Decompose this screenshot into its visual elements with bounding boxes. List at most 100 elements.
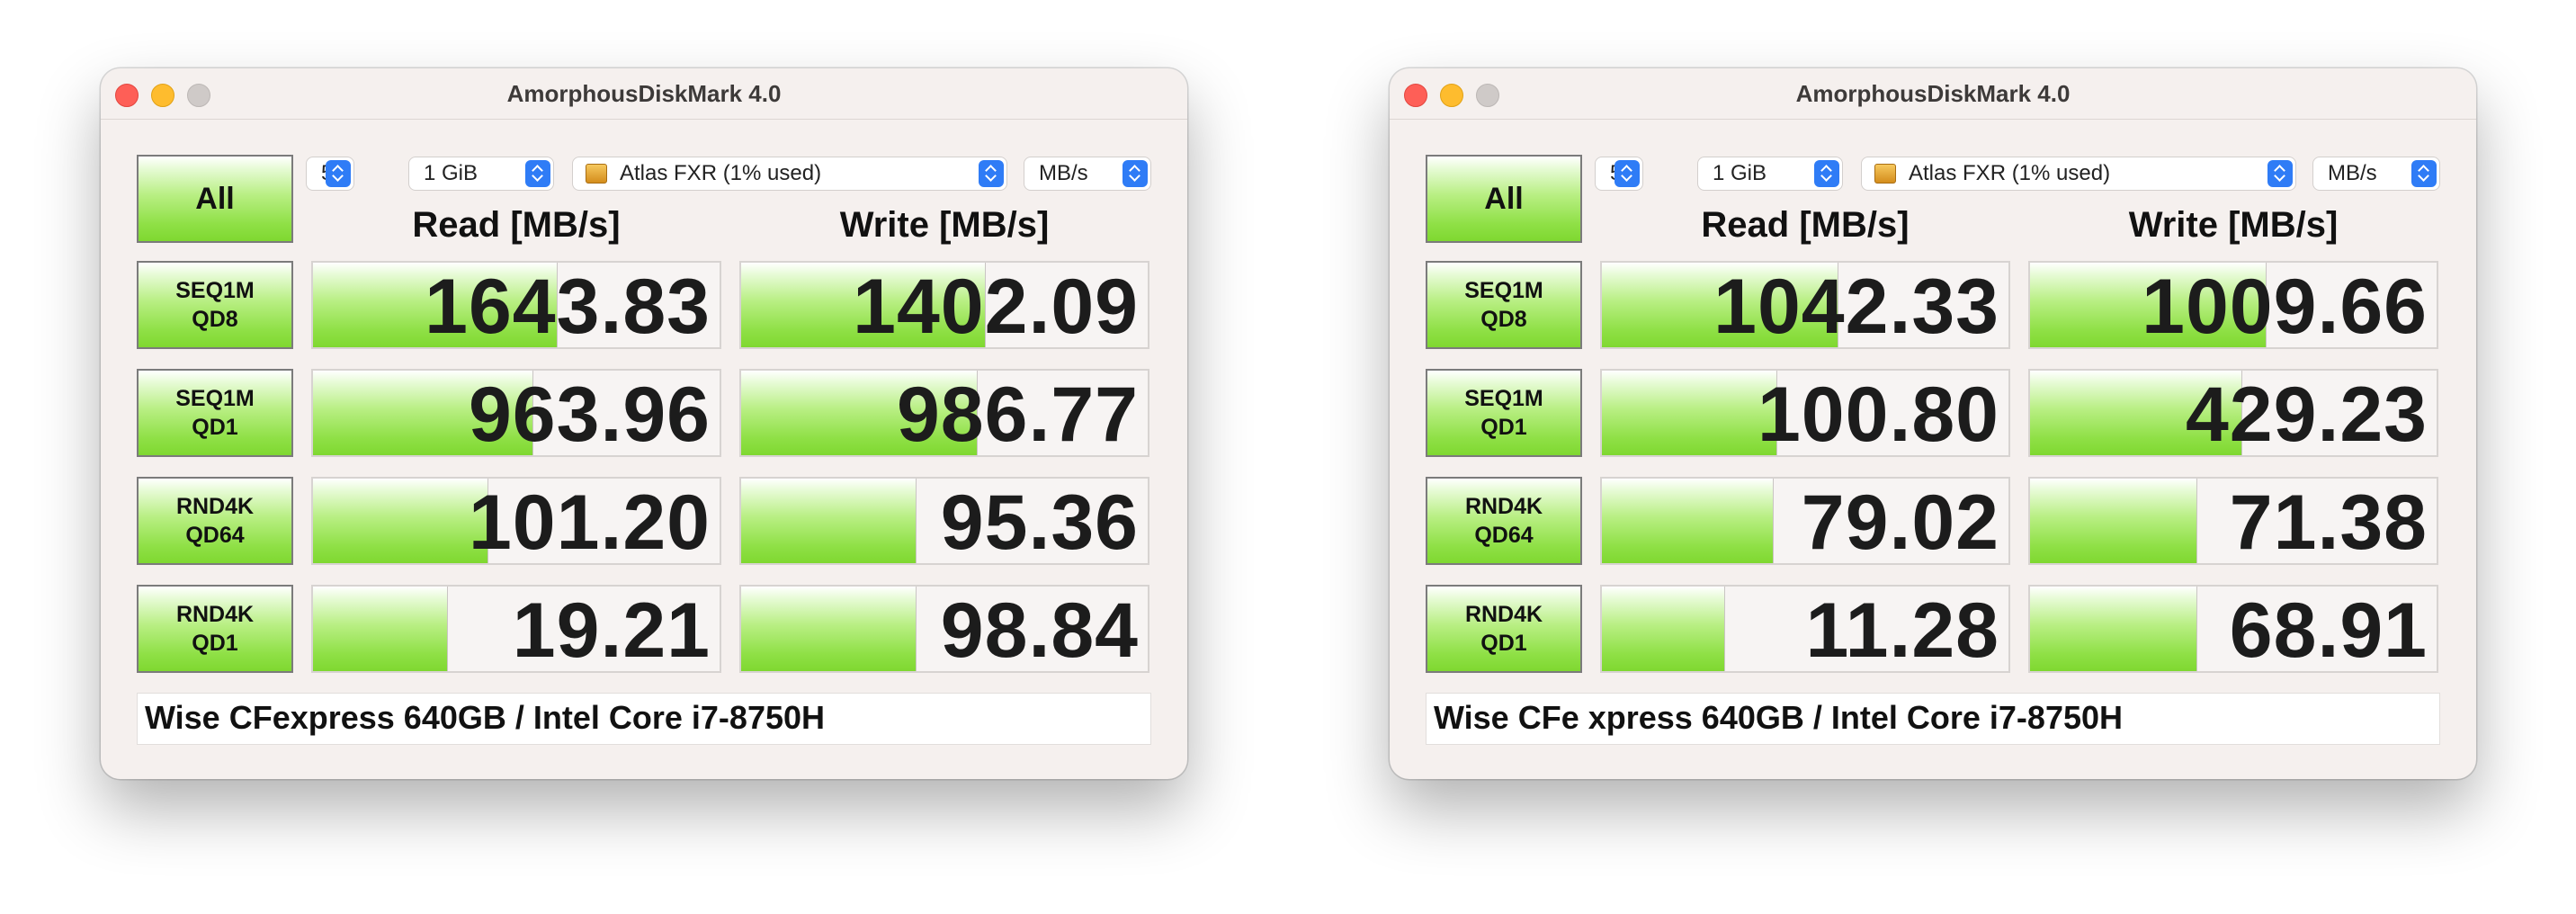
drive-icon xyxy=(1874,164,1896,184)
chevron-updown-icon xyxy=(1123,160,1148,187)
write-result-cell: 95.36 xyxy=(739,477,1149,565)
drive-icon xyxy=(586,164,607,184)
read-result-cell: 963.96 xyxy=(311,369,721,457)
run-all-button[interactable]: All xyxy=(137,155,293,243)
test-queue: QD64 xyxy=(185,523,245,548)
chevron-updown-icon xyxy=(1614,160,1640,187)
test-size-select[interactable]: 1 GiB xyxy=(408,157,554,191)
write-result-cell: 98.84 xyxy=(739,585,1149,673)
read-result-cell: 19.21 xyxy=(311,585,721,673)
chevron-updown-icon xyxy=(326,160,351,187)
write-value: 1402.09 xyxy=(853,264,1139,349)
read-result-cell: 1643.83 xyxy=(311,261,721,349)
test-rnd4k-qd1-button[interactable]: RND4K QD1 xyxy=(137,585,293,673)
read-value: 79.02 xyxy=(1801,479,1999,565)
read-value: 1643.83 xyxy=(425,264,711,349)
chevron-updown-icon xyxy=(1814,160,1839,187)
write-bar xyxy=(741,479,917,563)
drive-value: Atlas FXR (1% used) xyxy=(620,161,822,185)
read-bar xyxy=(313,479,489,563)
read-bar xyxy=(313,587,449,671)
test-queue: QD8 xyxy=(1480,307,1527,332)
window-title: AmorphousDiskMark 4.0 xyxy=(1795,80,2071,107)
read-header: Read [MB/s] xyxy=(1701,205,1910,245)
test-name: RND4K xyxy=(175,602,255,627)
test-queue: QD1 xyxy=(1480,631,1527,656)
write-result-cell: 71.38 xyxy=(2028,477,2438,565)
test-name: SEQ1M xyxy=(1464,386,1543,411)
read-result-cell: 100.80 xyxy=(1600,369,2010,457)
test-size-select[interactable]: 1 GiB xyxy=(1697,157,1843,191)
write-value: 71.38 xyxy=(2229,479,2428,565)
test-name: SEQ1M xyxy=(1464,278,1543,303)
unit-select[interactable]: MB/s xyxy=(1024,157,1151,191)
drive-select[interactable]: Atlas FXR (1% used) xyxy=(1861,157,2296,191)
test-seq1m-qd8-button[interactable]: SEQ1M QD8 xyxy=(137,261,293,349)
drive-value: Atlas FXR (1% used) xyxy=(1909,161,2111,185)
drive-select[interactable]: Atlas FXR (1% used) xyxy=(572,157,1007,191)
title-bar: AmorphousDiskMark 4.0 xyxy=(1390,68,2476,120)
read-result-cell: 79.02 xyxy=(1600,477,2010,565)
write-bar xyxy=(741,587,917,671)
read-value: 1042.33 xyxy=(1713,264,1999,349)
title-bar: AmorphousDiskMark 4.0 xyxy=(101,68,1187,120)
chevron-updown-icon xyxy=(2411,160,2437,187)
read-result-cell: 1042.33 xyxy=(1600,261,2010,349)
test-queue: QD1 xyxy=(192,415,238,440)
read-bar xyxy=(1602,587,1725,671)
test-queue: QD64 xyxy=(1474,523,1534,548)
test-name: SEQ1M xyxy=(175,386,255,411)
diskmark-window-2: AmorphousDiskMark 4.0 All 5 1 GiB Atlas … xyxy=(1390,68,2476,779)
read-result-cell: 101.20 xyxy=(311,477,721,565)
unit-value: MB/s xyxy=(2328,161,2377,185)
read-result-cell: 11.28 xyxy=(1600,585,2010,673)
read-value: 19.21 xyxy=(512,587,711,673)
test-queue: QD1 xyxy=(192,631,238,656)
test-queue: QD1 xyxy=(1480,415,1527,440)
test-name: SEQ1M xyxy=(175,278,255,303)
test-name: RND4K xyxy=(175,494,255,519)
test-name: RND4K xyxy=(1464,602,1543,627)
diskmark-window-1: AmorphousDiskMark 4.0 All 5 1 GiB Atlas … xyxy=(101,68,1187,779)
write-value: 429.23 xyxy=(2185,372,2428,457)
test-seq1m-qd1-button[interactable]: SEQ1M QD1 xyxy=(137,369,293,457)
test-size-value: 1 GiB xyxy=(424,161,479,185)
unit-value: MB/s xyxy=(1039,161,1088,185)
unit-select[interactable]: MB/s xyxy=(2312,157,2440,191)
write-value: 95.36 xyxy=(940,479,1139,565)
read-value: 100.80 xyxy=(1757,372,1999,457)
write-value: 68.91 xyxy=(2229,587,2428,673)
write-result-cell: 429.23 xyxy=(2028,369,2438,457)
read-bar xyxy=(1602,371,1778,455)
write-header: Write [MB/s] xyxy=(839,205,1050,245)
run-all-button[interactable]: All xyxy=(1426,155,1582,243)
chevron-updown-icon xyxy=(979,160,1004,187)
test-rnd4k-qd64-button[interactable]: RND4K QD64 xyxy=(137,477,293,565)
write-bar xyxy=(2030,479,2198,563)
write-result-cell: 68.91 xyxy=(2028,585,2438,673)
write-value: 1009.66 xyxy=(2142,264,2428,349)
test-count-select[interactable]: 5 xyxy=(306,157,354,191)
test-queue: QD8 xyxy=(192,307,238,332)
write-value: 986.77 xyxy=(896,372,1139,457)
window-title: AmorphousDiskMark 4.0 xyxy=(506,80,782,107)
test-seq1m-qd1-button[interactable]: SEQ1M QD1 xyxy=(1426,369,1582,457)
write-value: 98.84 xyxy=(940,587,1139,673)
read-header: Read [MB/s] xyxy=(412,205,621,245)
read-value: 101.20 xyxy=(468,479,711,565)
read-value: 963.96 xyxy=(468,372,711,457)
test-seq1m-qd8-button[interactable]: SEQ1M QD8 xyxy=(1426,261,1582,349)
comment-field[interactable]: Wise CFexpress 640GB / Intel Core i7-875… xyxy=(137,693,1151,745)
read-value: 11.28 xyxy=(1805,587,1999,673)
chevron-updown-icon xyxy=(2267,160,2293,187)
write-result-cell: 986.77 xyxy=(739,369,1149,457)
test-rnd4k-qd1-button[interactable]: RND4K QD1 xyxy=(1426,585,1582,673)
write-header: Write [MB/s] xyxy=(2128,205,2339,245)
write-result-cell: 1402.09 xyxy=(739,261,1149,349)
test-count-select[interactable]: 5 xyxy=(1595,157,1643,191)
comment-field[interactable]: Wise CFe xpress 640GB / Intel Core i7-87… xyxy=(1426,693,2440,745)
read-bar xyxy=(1602,479,1774,563)
test-rnd4k-qd64-button[interactable]: RND4K QD64 xyxy=(1426,477,1582,565)
test-name: RND4K xyxy=(1464,494,1543,519)
test-size-value: 1 GiB xyxy=(1713,161,1767,185)
